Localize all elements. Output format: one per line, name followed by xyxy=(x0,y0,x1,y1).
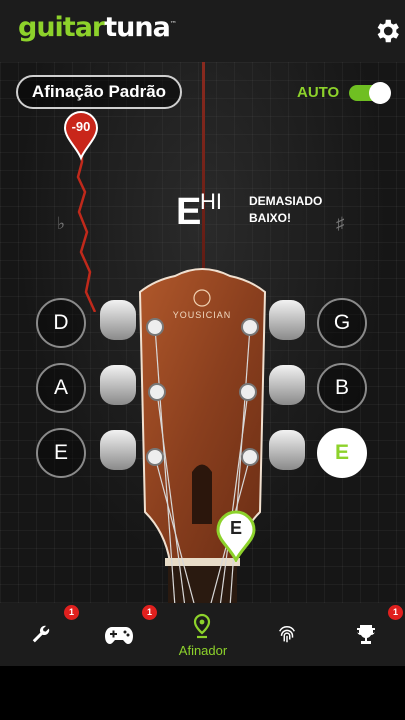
wrench-icon xyxy=(32,625,50,643)
tuning-status: DEMASIADO BAIXO! xyxy=(249,193,339,227)
badge-achievements: 1 xyxy=(388,605,403,620)
tuner-icon xyxy=(193,613,211,639)
gamepad-icon xyxy=(105,627,133,644)
tuning-selector-button[interactable]: Afinação Padrão xyxy=(16,75,182,109)
app-header: guitartuna™ xyxy=(0,0,405,62)
nav-tools[interactable]: 1 xyxy=(10,603,79,666)
fingerprint-icon xyxy=(279,626,295,643)
auto-label: AUTO xyxy=(297,84,340,101)
nav-achievements[interactable]: 1 xyxy=(336,603,403,666)
string-button-d[interactable]: D xyxy=(36,298,86,348)
cents-value: -90 xyxy=(71,119,91,134)
trophy-icon xyxy=(357,625,375,644)
sharp-icon: ♯ xyxy=(336,214,345,233)
string-button-a[interactable]: A xyxy=(36,363,86,413)
string-button-high-e[interactable]: E xyxy=(317,428,367,478)
detected-note: E xyxy=(176,191,202,233)
toggle-knob xyxy=(369,82,391,104)
note-octave-label: HI xyxy=(200,189,222,214)
nav-fingerprint[interactable] xyxy=(256,603,316,666)
nav-tuner-label: Afinador xyxy=(178,643,228,658)
cents-pin xyxy=(63,110,99,161)
auto-toggle[interactable] xyxy=(349,82,391,104)
flat-icon: ♭ xyxy=(57,214,66,233)
string-button-b[interactable]: B xyxy=(317,363,367,413)
status-line-2: BAIXO! xyxy=(249,211,291,225)
badge-games: 1 xyxy=(142,605,157,620)
app-logo: guitartuna™ xyxy=(18,12,177,43)
system-bar-area xyxy=(0,666,405,720)
string-button-g[interactable]: G xyxy=(317,298,367,348)
badge-tools: 1 xyxy=(64,605,79,620)
nav-games[interactable]: 1 xyxy=(88,603,157,666)
brand-label: YOUSICIAN xyxy=(172,310,232,320)
current-string-label: E xyxy=(229,518,242,538)
bottom-nav: 1 1 Afinador 1 xyxy=(0,603,405,666)
string-button-low-e[interactable]: E xyxy=(36,428,86,478)
tuner-stage: -90 Afinação Padrão AUTO E HI DEMASIADO … xyxy=(0,62,405,603)
gear-icon[interactable] xyxy=(372,16,402,46)
status-line-1: DEMASIADO xyxy=(249,194,323,208)
